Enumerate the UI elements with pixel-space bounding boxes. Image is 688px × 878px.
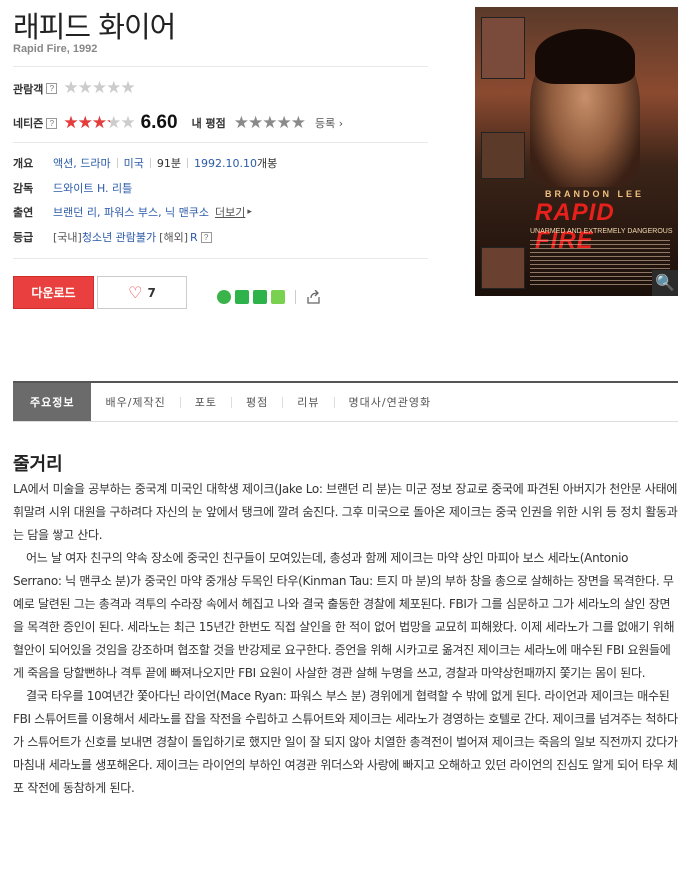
cast-row: 출연 브랜던 리, 파워스 부스, 닉 맨쿠소 더보기 ▸ — [13, 204, 252, 220]
tab-bar: 주요정보 배우/제작진 포토 평점 리뷰 명대사/연관영화 — [13, 381, 678, 422]
poster-inset-image — [481, 247, 525, 289]
register-link-label: 등록 — [314, 117, 336, 130]
download-button[interactable]: 다운로드 — [13, 276, 94, 309]
my-rating-label: 내 평점 — [191, 117, 226, 130]
heart-icon: ♡ — [128, 283, 143, 302]
audience-stars: ★★★★★★★★★★ — [63, 78, 135, 98]
synopsis-paragraph: LA에서 미술을 공부하는 중국계 미국인 대학생 제이크(Jake Lo: 브… — [13, 482, 678, 542]
audience-label: 관람객 — [13, 82, 44, 96]
triangle-right-icon: ▸ — [247, 207, 252, 217]
synopsis-heading: 줄거리 — [13, 454, 63, 475]
help-icon[interactable]: ? — [200, 231, 212, 243]
movie-title: 래피드 화이어 — [13, 10, 176, 44]
netizen-stars: ★★★★★★★★★★ — [63, 112, 135, 133]
netizen-rating-row: 네티즌 ? ★★★★★★★★★★ 6.60 내 평점 ★★★★★★★★★★ 등록… — [13, 112, 343, 134]
poster-tagline: UNARMED AND EXTREMELY DANGEROUS — [530, 228, 673, 235]
my-rating-stars[interactable]: ★★★★★★★★★★ — [234, 114, 306, 132]
runtime: 91분 — [156, 157, 181, 170]
more-cast-link[interactable]: 더보기 — [215, 204, 245, 220]
tab-main-info[interactable]: 주요정보 — [13, 383, 92, 421]
tab-review[interactable]: 리뷰 — [283, 383, 333, 421]
grade-label: 등급 — [13, 231, 34, 244]
cast-links[interactable]: 브랜던 리, 파워스 부스, 닉 맨쿠소 — [53, 204, 209, 220]
tab-rating[interactable]: 평점 — [232, 383, 282, 421]
grade-intl-prefix: [해외] — [159, 231, 188, 244]
poster-actor-hair — [535, 29, 635, 84]
tab-cast-crew[interactable]: 배우/제작진 — [91, 383, 179, 421]
grade-kr-prefix: [국내] — [53, 231, 82, 244]
tab-photo[interactable]: 포토 — [181, 383, 231, 421]
poster-inset-image — [481, 17, 525, 79]
director-label: 감독 — [13, 182, 34, 195]
tab-quotes-related[interactable]: 명대사/연관영화 — [335, 383, 446, 421]
cast-label: 출연 — [13, 206, 34, 219]
help-icon[interactable]: ? — [46, 117, 58, 129]
like-button[interactable]: ♡ 7 — [97, 276, 187, 309]
poster-actor-name: BRANDON LEE — [545, 189, 645, 199]
separator — [149, 158, 151, 168]
country-link[interactable]: 미국 — [124, 155, 144, 171]
poster-inset-image — [481, 132, 525, 179]
zoom-icon[interactable]: 🔍 — [652, 270, 678, 296]
grade-intl-link[interactable]: R — [190, 231, 198, 244]
release-date-link[interactable]: 1992.10.10 — [194, 157, 257, 170]
share-icon[interactable] — [306, 290, 322, 304]
separator — [116, 158, 118, 168]
netizen-label: 네티즌 — [13, 117, 44, 130]
help-icon[interactable]: ? — [46, 83, 58, 94]
netizen-score: 6.60 — [140, 112, 178, 133]
director-link[interactable]: 드와이트 H. 리틀 — [53, 180, 132, 196]
release-suffix: 개봉 — [256, 157, 278, 170]
blog-share-icon[interactable] — [271, 290, 285, 304]
grade-kr-link[interactable]: 청소년 관람불가 — [82, 229, 156, 245]
chevron-right-icon: › — [335, 117, 344, 130]
director-row: 감독 드와이트 H. 리틀 — [13, 180, 132, 196]
movie-poster[interactable]: BRANDON LEE RAPID FIRE UNARMED AND EXTRE… — [475, 7, 678, 296]
poster-credits — [530, 240, 670, 285]
grade-row: 등급 [국내] 청소년 관람불가 [해외] R ? — [13, 229, 212, 245]
audience-rating-row: 관람객 ? ★★★★★★★★★★ — [13, 78, 136, 98]
movie-subtitle: Rapid Fire, 1992 — [13, 43, 98, 55]
netizen-stars-fill: ★★★★★ — [63, 114, 110, 132]
bookmark-share-icon[interactable] — [253, 290, 267, 304]
band-share-icon[interactable] — [217, 290, 231, 304]
genre-link[interactable]: 액션, 드라마 — [53, 155, 111, 171]
synopsis-body: LA에서 미술을 공부하는 중국계 미국인 대학생 제이크(Jake Lo: 브… — [13, 478, 678, 800]
synopsis-paragraph: 어느 날 여자 친구의 약속 장소에 중국인 친구들이 모여있는데, 총성과 함… — [13, 551, 675, 680]
line-share-icon[interactable] — [235, 290, 249, 304]
like-count: 7 — [147, 285, 156, 300]
separator — [295, 290, 296, 304]
register-link[interactable]: 등록 › — [315, 115, 343, 131]
divider — [13, 258, 428, 259]
divider — [13, 142, 428, 143]
overview-row: 개요 액션, 드라마 미국 91분 1992.10.10 개봉 — [13, 155, 277, 171]
synopsis-paragraph: 결국 타우를 10여년간 쫓아다닌 라이언(Mace Ryan: 파워스 부스 … — [13, 689, 678, 795]
separator — [186, 158, 188, 168]
overview-label: 개요 — [13, 157, 34, 170]
share-icons — [217, 290, 322, 304]
divider — [13, 66, 428, 67]
